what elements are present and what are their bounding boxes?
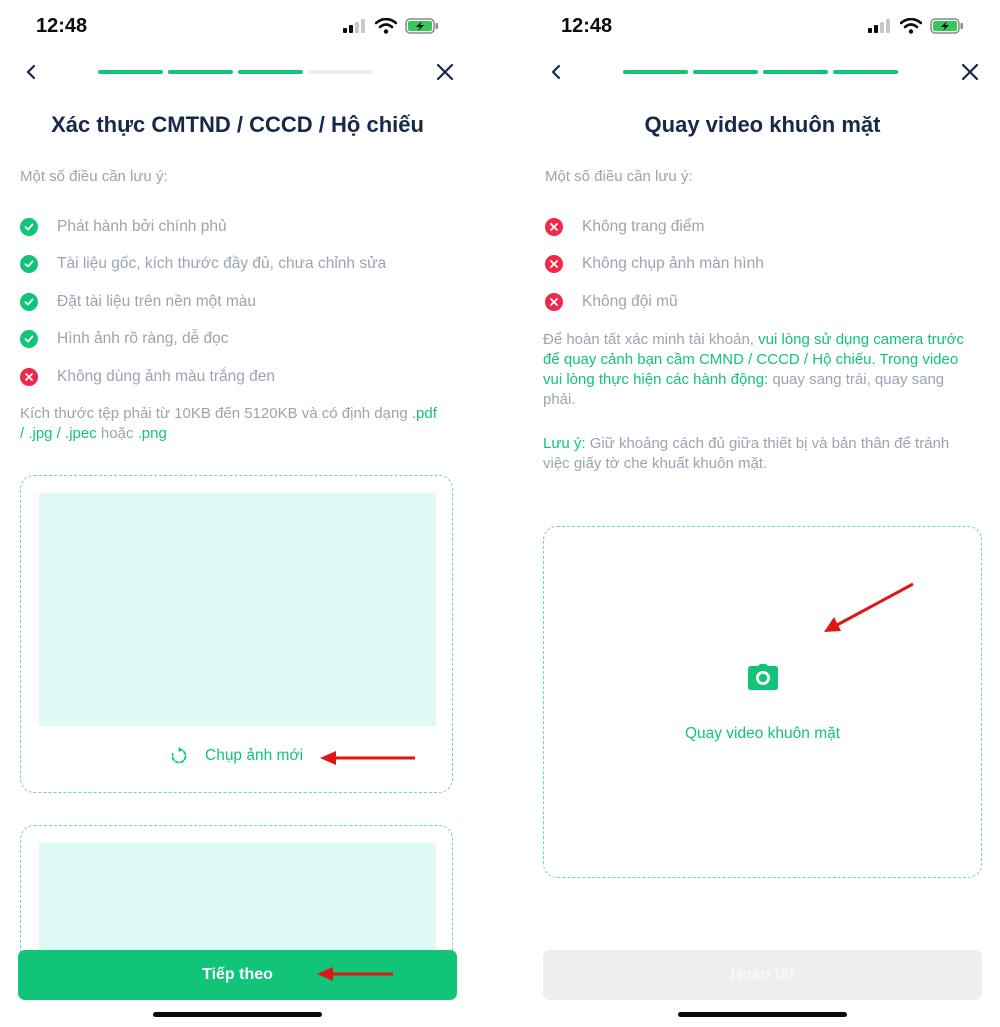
check-circle-icon xyxy=(20,292,38,311)
record-face-video-area[interactable]: Quay video khuôn mặt xyxy=(543,526,982,878)
notes-heading: Một số điều cần lưu ý: xyxy=(20,168,168,185)
list-item: Không đội mũ xyxy=(545,283,764,321)
page-title: Quay video khuôn mặt xyxy=(644,112,881,137)
list-item: Phát hành bởi chính phủ xyxy=(20,208,386,246)
battery-charging-icon xyxy=(930,18,963,34)
home-indicator xyxy=(153,1012,322,1017)
retake-photo-button[interactable]: Chụp ảnh mới xyxy=(169,746,303,766)
file-size-note: Kích thước tệp phải từ 10KB đến 5120KB v… xyxy=(20,404,440,444)
list-item-text: Không dùng ảnh màu trắng đen xyxy=(57,367,276,385)
back-chevron-icon[interactable] xyxy=(20,60,44,84)
close-icon[interactable] xyxy=(433,60,457,84)
document-upload-front[interactable]: Chụp ảnh mới xyxy=(20,475,453,793)
x-circle-icon xyxy=(545,292,563,311)
progress-segment xyxy=(833,70,898,74)
status-time: 12:48 xyxy=(36,15,88,37)
progress-segment xyxy=(763,70,828,74)
status-time: 12:48 xyxy=(561,15,613,37)
list-item: Tài liệu gốc, kích thước đầy đủ, chưa ch… xyxy=(20,246,386,284)
camera-icon xyxy=(748,664,778,690)
list-item-text: Không đội mũ xyxy=(582,292,678,310)
x-circle-icon xyxy=(20,367,38,386)
refresh-icon xyxy=(171,747,187,764)
recording-instruction: Để hoàn tất xác minh tài khoản, vui lòng… xyxy=(543,330,975,410)
back-chevron-icon[interactable] xyxy=(545,60,569,84)
status-icons xyxy=(343,18,439,34)
progress-segment xyxy=(308,70,373,74)
progress-segment xyxy=(98,70,163,74)
file-size-note-or: hoặc xyxy=(96,425,138,442)
restrictions-list: Không trang điểm Không chụp ảnh màn hình K… xyxy=(545,208,764,321)
complete-button[interactable]: Hoàn tất xyxy=(543,950,982,1000)
progress-segment xyxy=(693,70,758,74)
list-item-text: Không chụp ảnh màn hình xyxy=(582,255,764,273)
x-circle-icon xyxy=(545,217,563,236)
list-item-text: Không trang điểm xyxy=(582,217,705,235)
list-item: Không trang điểm xyxy=(545,208,764,246)
retake-photo-label: Chụp ảnh mới xyxy=(205,747,304,764)
notes-heading: Một số điều cần lưu ý: xyxy=(545,168,693,185)
tip-label: Lưu ý: xyxy=(543,435,586,452)
requirements-list: Phát hành bởi chính phủ Tài liệu gốc, kíc… xyxy=(20,208,386,396)
distance-tip: Lưu ý: Giữ khoảng cách đủ giữa thiết bị … xyxy=(543,434,975,474)
home-indicator xyxy=(678,1012,847,1017)
cellular-signal-icon xyxy=(868,19,890,33)
tip-text: Giữ khoảng cách đủ giữa thiết bị và bản … xyxy=(543,435,950,472)
list-item: Không dùng ảnh màu trắng đen xyxy=(20,358,386,396)
check-circle-icon xyxy=(20,330,38,349)
step-progress-bar xyxy=(623,70,898,74)
right-phone-screen: 12:48 Quay video khuôn mặt Một số điều c… xyxy=(525,0,1000,1027)
list-item: Hình ảnh rõ ràng, dễ đọc xyxy=(20,321,386,359)
status-icons xyxy=(868,18,964,34)
list-item: Không chụp ảnh màn hình xyxy=(545,246,764,284)
left-phone-screen: 12:48 Xác thực CMTND / CCCD / Hộ chiếu M… xyxy=(0,0,475,1027)
list-item-text: Tài liệu gốc, kích thước đầy đủ, chưa ch… xyxy=(57,255,387,273)
list-item-text: Phát hành bởi chính phủ xyxy=(57,217,227,235)
file-format-png: .png xyxy=(137,425,167,442)
cellular-signal-icon xyxy=(343,19,365,33)
close-icon[interactable] xyxy=(958,60,982,84)
wifi-icon xyxy=(900,18,922,34)
list-item-text: Đặt tài liệu trên nền một màu xyxy=(57,292,257,310)
record-face-video-label: Quay video khuôn mặt xyxy=(684,725,841,742)
instruction-text: Để hoàn tất xác minh tài khoản, xyxy=(543,331,759,348)
progress-segment xyxy=(168,70,233,74)
file-size-note-text: Kích thước tệp phải từ 10KB đến 5120KB v… xyxy=(20,405,412,422)
list-item-text: Hình ảnh rõ ràng, dễ đọc xyxy=(57,330,229,348)
list-item: Đặt tài liệu trên nền một màu xyxy=(20,283,386,321)
next-button[interactable]: Tiếp theo xyxy=(18,950,457,1000)
check-circle-icon xyxy=(20,217,38,236)
x-circle-icon xyxy=(545,255,563,274)
battery-charging-icon xyxy=(405,18,438,34)
page-title: Xác thực CMTND / CCCD / Hộ chiếu xyxy=(51,112,424,137)
step-progress-bar xyxy=(98,70,373,74)
progress-segment xyxy=(623,70,688,74)
document-preview-front xyxy=(39,493,436,726)
progress-segment xyxy=(238,70,303,74)
check-circle-icon xyxy=(20,255,38,274)
wifi-icon xyxy=(375,18,397,34)
